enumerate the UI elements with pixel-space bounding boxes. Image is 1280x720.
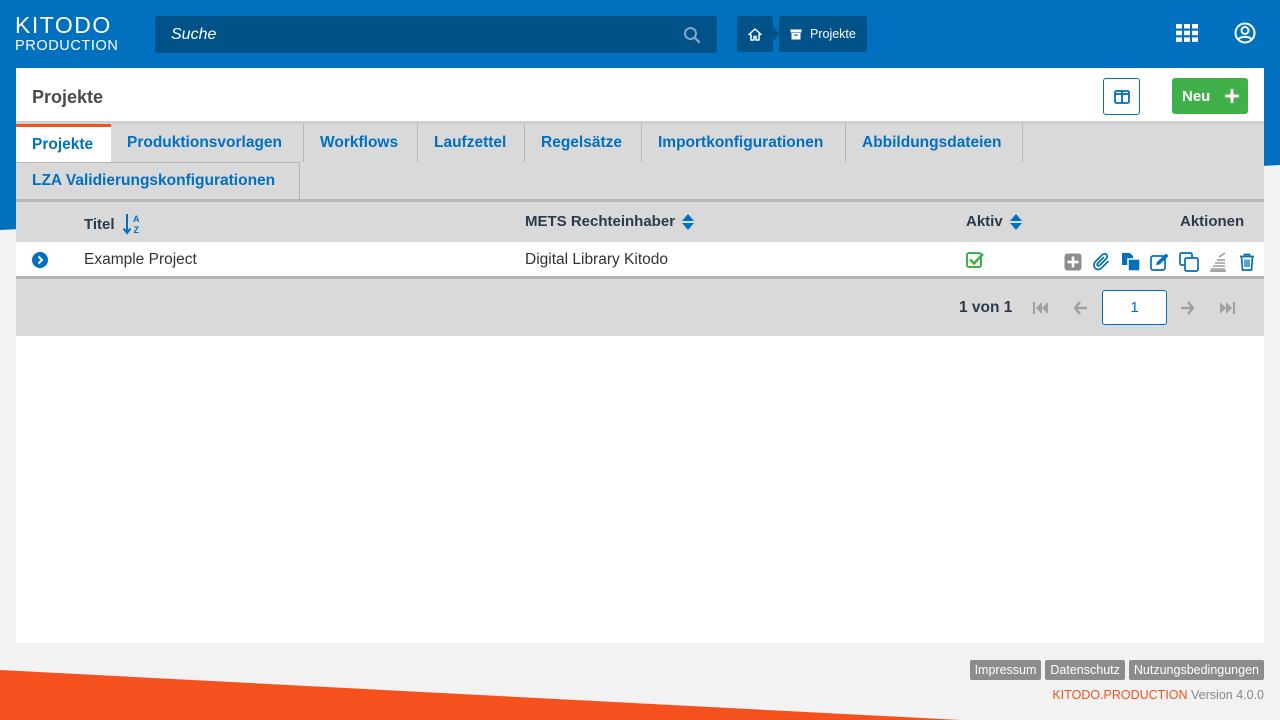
grid-icon (1176, 24, 1198, 42)
logo-text-bottom: PRODUCTION (15, 38, 119, 54)
svg-text:Z: Z (133, 225, 139, 235)
user-menu[interactable] (1234, 22, 1256, 49)
projects-card: Projekte Neu Projekte Produktionsvorlage… (16, 68, 1264, 643)
paperclip-icon (1093, 253, 1109, 271)
tab-regelsaetze[interactable]: Regelsätze (525, 124, 642, 162)
home-icon (748, 27, 762, 41)
page-title: Projekte (32, 87, 104, 107)
box-icon (790, 29, 802, 39)
add-process-button[interactable] (1061, 251, 1085, 273)
project-title: Example Project (84, 251, 197, 268)
table-header: Titel AZ METS Rechteinhaber Aktiv Aktion… (16, 202, 1264, 242)
footer-brand: KITODO.PRODUCTION (1052, 688, 1188, 702)
prev-page-icon[interactable] (1074, 301, 1088, 315)
new-button[interactable]: Neu (1172, 78, 1248, 114)
svg-text:A: A (133, 214, 140, 224)
active-status (966, 251, 984, 274)
column-active[interactable]: Aktiv (966, 213, 1022, 230)
footer-links: Impressum Datenschutz Nutzungsbedingunge… (969, 660, 1264, 680)
pagination: 1 von 1 (16, 279, 1264, 336)
column-owner[interactable]: METS Rechteinhaber (525, 213, 695, 230)
breadcrumb-projects[interactable]: Projekte (779, 16, 867, 52)
next-page-icon[interactable] (1180, 301, 1194, 315)
row-actions (1061, 251, 1259, 273)
columns-icon (1113, 89, 1130, 104)
duplicate-button[interactable] (1177, 251, 1201, 273)
column-title-label: Titel (84, 215, 115, 233)
plus-icon (1225, 89, 1239, 103)
tab-laufzettel[interactable]: Laufzettel (418, 124, 525, 162)
edit-icon (1150, 253, 1169, 271)
user-circle-icon (1234, 22, 1256, 44)
kitodo-logo[interactable]: KITODO PRODUCTION (15, 14, 118, 54)
project-owner: Digital Library Kitodo (525, 251, 669, 268)
tab-importkonfigurationen[interactable]: Importkonfigurationen (642, 124, 846, 162)
nutzungsbedingungen-link[interactable]: Nutzungsbedingungen (1128, 660, 1264, 680)
layout-toggle-button[interactable] (1103, 78, 1140, 115)
page-number-input[interactable] (1102, 290, 1167, 325)
table-row: Example Project Digital Library Kitodo (16, 242, 1264, 279)
sort-alpha-icon: AZ (122, 214, 140, 235)
search-bar[interactable] (155, 16, 717, 53)
apps-menu[interactable] (1176, 24, 1198, 47)
chevron-right-circle-icon (32, 252, 48, 268)
column-actions: Aktionen (1180, 213, 1245, 230)
plus-square-icon (1064, 253, 1082, 271)
page-summary: 1 von 1 (959, 299, 1013, 316)
duplicate-icon (1122, 253, 1141, 272)
attach-button[interactable] (1090, 251, 1114, 273)
trash-icon (1240, 253, 1254, 271)
delete-button[interactable] (1235, 251, 1259, 273)
logo-text-top: KITODO (15, 12, 112, 38)
sort-icon (682, 213, 695, 230)
tab-workflows[interactable]: Workflows (304, 124, 418, 162)
stack-icon (1210, 252, 1226, 272)
expand-row-button[interactable] (32, 252, 48, 273)
column-owner-label: METS Rechteinhaber (525, 213, 676, 230)
tab-abbildungsdateien[interactable]: Abbildungsdateien (846, 124, 1023, 162)
checkbox-checked-icon (966, 252, 984, 268)
impressum-link[interactable]: Impressum (969, 660, 1042, 680)
copy-icon (1179, 252, 1199, 272)
breadcrumb-label: Projekte (810, 27, 856, 41)
search-input[interactable] (155, 16, 717, 53)
datenschutz-link[interactable]: Datenschutz (1045, 660, 1125, 680)
search-icon[interactable] (683, 26, 701, 44)
new-button-label: Neu (1182, 87, 1211, 105)
tab-projekte[interactable]: Projekte (16, 124, 111, 162)
edit-button[interactable] (1148, 251, 1172, 273)
export-button[interactable] (1206, 251, 1230, 273)
column-title[interactable]: Titel AZ (84, 213, 143, 235)
tab-produktionsvorlagen[interactable]: Produktionsvorlagen (111, 124, 304, 162)
column-active-label: Aktiv (966, 213, 1003, 230)
version-text: Version 4.0.0 (1191, 688, 1264, 702)
sort-icon (1009, 213, 1022, 230)
tab-bar: Projekte Produktionsvorlagen Workflows L… (16, 124, 1264, 202)
copy-templates-button[interactable] (1119, 251, 1143, 273)
footer-version: KITODO.PRODUCTION Version 4.0.0 (1052, 688, 1264, 702)
first-page-icon[interactable] (1033, 301, 1049, 315)
card-header: Projekte Neu (16, 68, 1264, 124)
breadcrumb-home[interactable] (737, 16, 780, 52)
last-page-icon[interactable] (1219, 301, 1235, 315)
tab-lza-validierungskonfigurationen[interactable]: LZA Validierungskonfigurationen (16, 162, 300, 199)
